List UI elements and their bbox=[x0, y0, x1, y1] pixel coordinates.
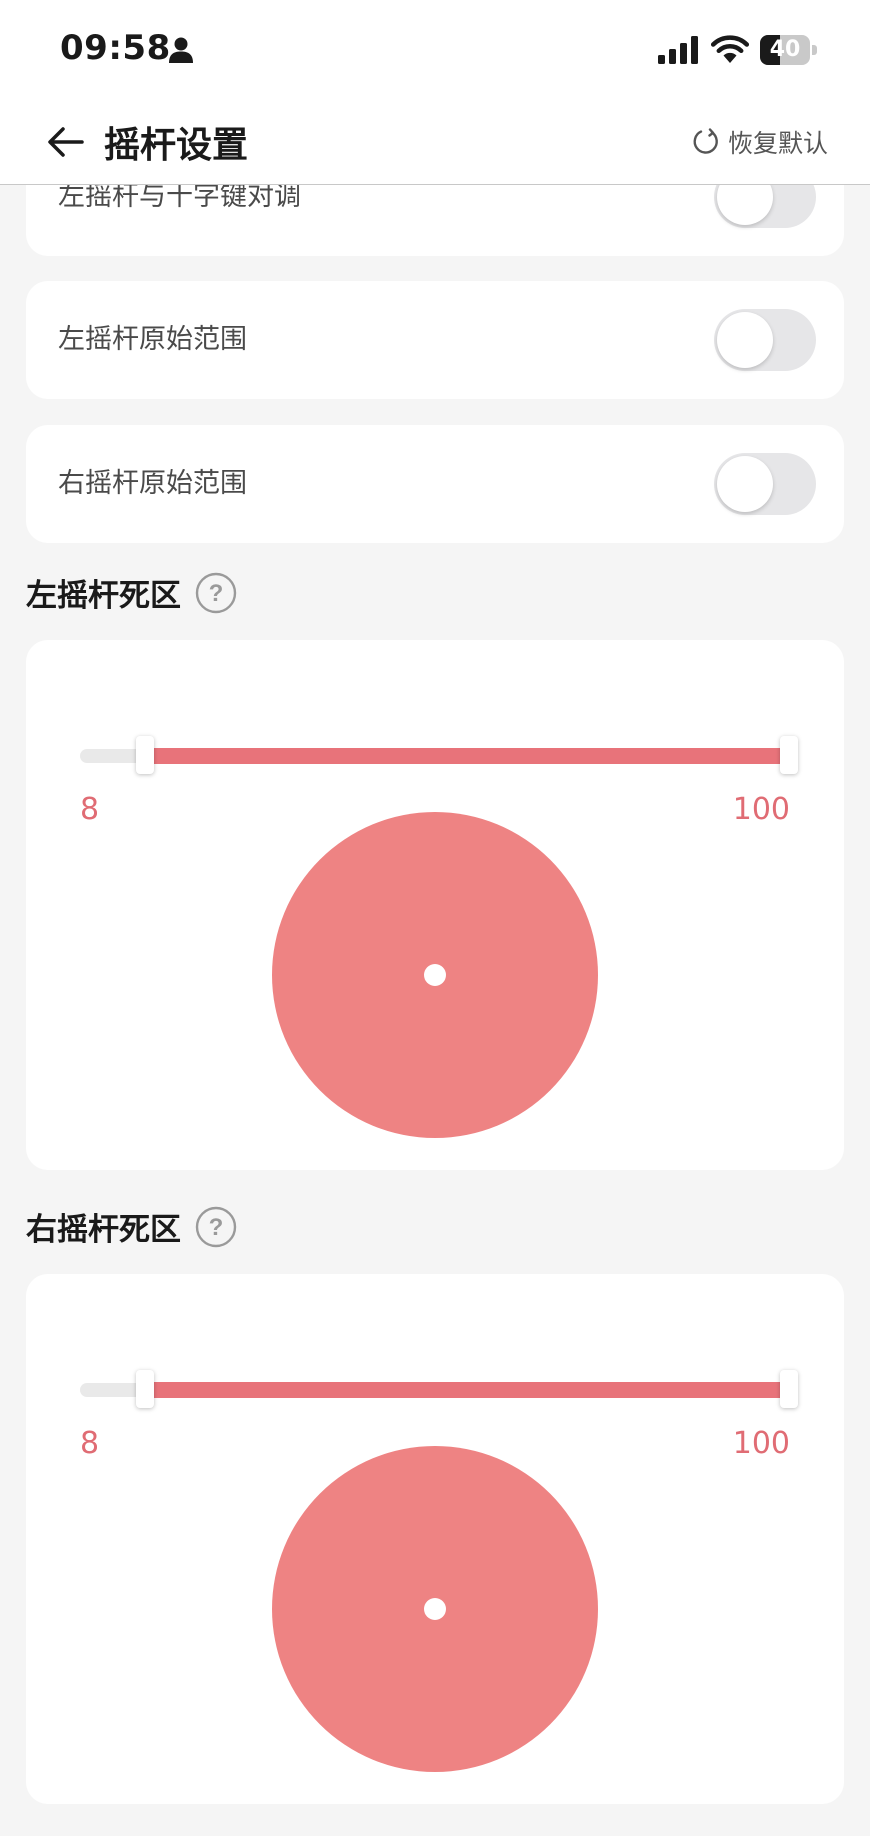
svg-text:?: ? bbox=[209, 580, 224, 607]
left-deadzone-section-title: 左摇杆死区 ? bbox=[26, 570, 237, 615]
slider-max-handle[interactable] bbox=[780, 736, 798, 774]
slider-min-handle[interactable] bbox=[136, 736, 154, 774]
right-deadzone-preview bbox=[272, 1446, 598, 1772]
stick-position-dot bbox=[424, 964, 446, 986]
cellular-signal-icon bbox=[658, 36, 698, 64]
slider-selected-range bbox=[145, 748, 789, 764]
left-deadzone-range-slider[interactable] bbox=[80, 734, 798, 778]
left-deadzone-card: 8 100 bbox=[26, 640, 844, 1170]
toggle-knob bbox=[717, 312, 773, 368]
person-icon bbox=[169, 37, 193, 63]
help-question-icon[interactable]: ? bbox=[195, 1206, 237, 1248]
toggle-card-left-raw-range: 左摇杆原始范围 bbox=[26, 281, 844, 399]
svg-text:?: ? bbox=[209, 1214, 224, 1241]
slider-selected-range bbox=[145, 1382, 789, 1398]
right-deadzone-range-slider[interactable] bbox=[80, 1368, 798, 1412]
slider-min-value: 8 bbox=[80, 792, 100, 827]
slider-max-handle[interactable] bbox=[780, 1370, 798, 1408]
battery-icon: 40 bbox=[760, 35, 810, 65]
toggle-card-right-raw-range: 右摇杆原始范围 bbox=[26, 425, 844, 543]
wifi-icon bbox=[710, 35, 750, 63]
reset-icon bbox=[693, 128, 718, 154]
battery-indicator: 40 bbox=[760, 35, 818, 65]
page-header: 摇杆设置 恢复默认 bbox=[0, 100, 870, 185]
back-arrow-icon[interactable] bbox=[46, 122, 86, 162]
right-deadzone-section-title: 右摇杆死区 ? bbox=[26, 1204, 237, 1249]
restore-defaults-button[interactable]: 恢复默认 bbox=[692, 124, 828, 160]
toggle-label: 右摇杆原始范围 bbox=[58, 468, 247, 499]
slider-min-value: 8 bbox=[80, 1426, 100, 1461]
right-raw-range-switch[interactable] bbox=[714, 453, 816, 515]
slider-max-value: 100 bbox=[732, 792, 790, 827]
left-raw-range-switch[interactable] bbox=[714, 309, 816, 371]
section-title-text: 右摇杆死区 bbox=[26, 1212, 181, 1248]
restore-defaults-label: 恢复默认 bbox=[727, 129, 828, 158]
battery-cap bbox=[812, 45, 817, 55]
battery-percent: 40 bbox=[769, 37, 801, 62]
toggle-label: 左摇杆原始范围 bbox=[58, 324, 247, 355]
section-title-text: 左摇杆死区 bbox=[26, 578, 181, 614]
right-deadzone-card: 8 100 bbox=[26, 1274, 844, 1804]
page-title: 摇杆设置 bbox=[104, 125, 249, 166]
status-bar: 09:58 40 bbox=[0, 0, 870, 100]
left-deadzone-preview bbox=[272, 812, 598, 1138]
help-question-icon[interactable]: ? bbox=[195, 572, 237, 614]
status-time: 09:58 bbox=[60, 28, 171, 68]
toggle-knob bbox=[717, 456, 773, 512]
slider-max-value: 100 bbox=[732, 1426, 790, 1461]
stick-position-dot bbox=[424, 1598, 446, 1620]
slider-min-handle[interactable] bbox=[136, 1370, 154, 1408]
